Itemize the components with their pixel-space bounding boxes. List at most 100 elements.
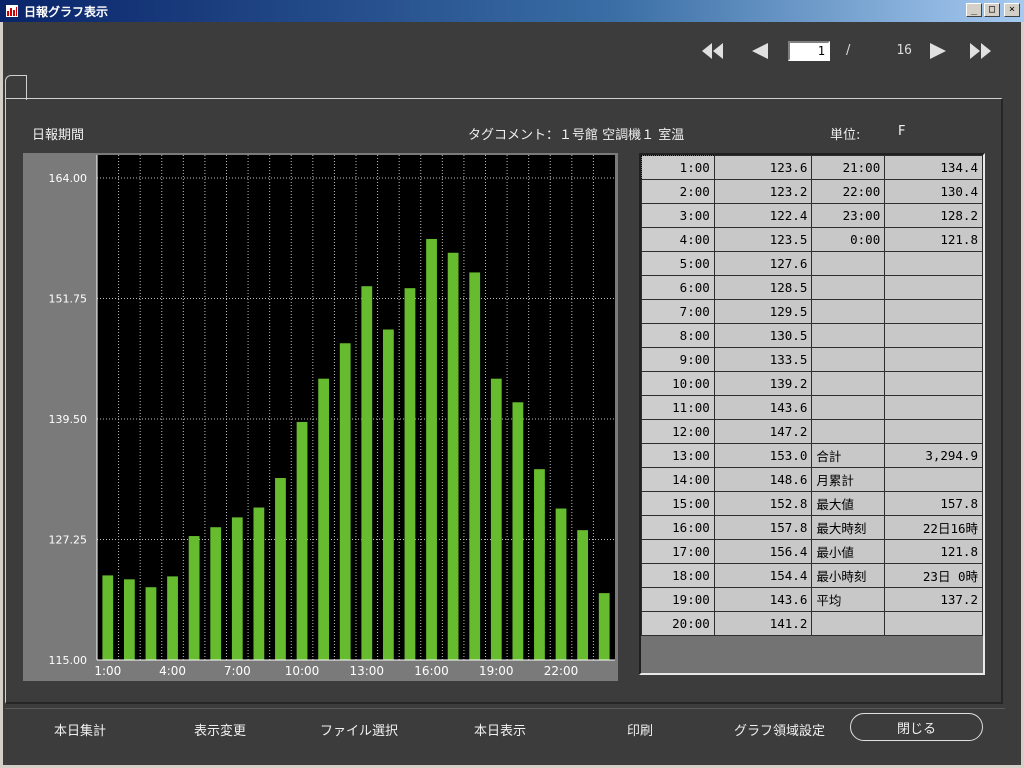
row-value-cell[interactable]: 139.2 bbox=[713, 371, 813, 396]
row-label-cell[interactable] bbox=[811, 323, 886, 348]
row-label-cell[interactable] bbox=[811, 371, 886, 396]
row-time-cell[interactable]: 4:00 bbox=[641, 227, 715, 252]
row-label-cell[interactable]: 22:00 bbox=[811, 179, 886, 204]
row-time-cell[interactable]: 16:00 bbox=[641, 515, 715, 540]
row-value-cell[interactable]: 157.8 bbox=[713, 515, 813, 540]
row-time-cell[interactable]: 7:00 bbox=[641, 299, 715, 324]
maximize-button[interactable]: □ bbox=[984, 3, 1000, 17]
row-label-value-cell[interactable]: 121.8 bbox=[884, 227, 983, 252]
row-time-cell[interactable]: 13:00 bbox=[641, 443, 715, 468]
row-label-value-cell[interactable] bbox=[884, 299, 983, 324]
row-time-cell[interactable]: 1:00 bbox=[641, 155, 715, 180]
row-label-cell[interactable]: 23:00 bbox=[811, 203, 886, 228]
row-label-value-cell[interactable]: 23日 0時 bbox=[884, 563, 983, 588]
row-time-cell[interactable]: 12:00 bbox=[641, 419, 715, 444]
row-label-value-cell[interactable] bbox=[884, 419, 983, 444]
row-value-cell[interactable]: 148.6 bbox=[713, 467, 813, 492]
row-label-value-cell[interactable]: 137.2 bbox=[884, 587, 983, 612]
row-label-cell[interactable] bbox=[811, 347, 886, 372]
show-today-button[interactable]: 本日表示 bbox=[474, 720, 526, 739]
page-number-input[interactable] bbox=[788, 41, 830, 61]
row-time-cell[interactable]: 10:00 bbox=[641, 371, 715, 396]
row-value-cell[interactable]: 133.5 bbox=[713, 347, 813, 372]
row-label-cell[interactable]: 最大時刻 bbox=[811, 515, 886, 540]
tab-daily-graph[interactable] bbox=[5, 75, 27, 100]
row-label-value-cell[interactable]: 134.4 bbox=[884, 155, 983, 180]
row-time-cell[interactable]: 15:00 bbox=[641, 491, 715, 516]
row-value-cell[interactable]: 143.6 bbox=[713, 587, 813, 612]
row-label-value-cell[interactable] bbox=[884, 611, 983, 636]
bar-9:00 bbox=[275, 478, 286, 660]
close-button[interactable]: 閉じる bbox=[850, 713, 983, 741]
row-value-cell[interactable]: 127.6 bbox=[713, 251, 813, 276]
table-row: 8:00 130.5 bbox=[641, 323, 983, 348]
row-label-cell[interactable]: 0:00 bbox=[811, 227, 886, 252]
row-value-cell[interactable]: 122.4 bbox=[713, 203, 813, 228]
row-value-cell[interactable]: 152.8 bbox=[713, 491, 813, 516]
row-value-cell[interactable]: 141.2 bbox=[713, 611, 813, 636]
row-value-cell[interactable]: 123.2 bbox=[713, 179, 813, 204]
row-value-cell[interactable]: 130.5 bbox=[713, 323, 813, 348]
row-time-cell[interactable]: 3:00 bbox=[641, 203, 715, 228]
row-label-value-cell[interactable]: 22日16時 bbox=[884, 515, 983, 540]
print-button[interactable]: 印刷 bbox=[627, 720, 653, 739]
row-value-cell[interactable]: 123.5 bbox=[713, 227, 813, 252]
row-label-value-cell[interactable]: 3,294.9 bbox=[884, 443, 983, 468]
row-label-cell[interactable]: 合計 bbox=[811, 443, 886, 468]
row-time-cell[interactable]: 9:00 bbox=[641, 347, 715, 372]
row-time-cell[interactable]: 8:00 bbox=[641, 323, 715, 348]
row-label-value-cell[interactable] bbox=[884, 323, 983, 348]
row-label-cell[interactable]: 最小時刻 bbox=[811, 563, 886, 588]
row-value-cell[interactable]: 156.4 bbox=[713, 539, 813, 564]
row-time-cell[interactable]: 5:00 bbox=[641, 251, 715, 276]
row-label-cell[interactable]: 月累計 bbox=[811, 467, 886, 492]
change-view-button[interactable]: 表示変更 bbox=[194, 720, 246, 739]
row-label-cell[interactable] bbox=[811, 611, 886, 636]
row-time-cell[interactable]: 19:00 bbox=[641, 587, 715, 612]
row-value-cell[interactable]: 129.5 bbox=[713, 299, 813, 324]
select-file-button[interactable]: ファイル選択 bbox=[320, 720, 398, 739]
row-label-value-cell[interactable] bbox=[884, 251, 983, 276]
row-value-cell[interactable]: 123.6 bbox=[713, 155, 813, 180]
first-page-icon[interactable] bbox=[700, 38, 726, 64]
row-label-value-cell[interactable]: 128.2 bbox=[884, 203, 983, 228]
row-label-cell[interactable]: 21:00 bbox=[811, 155, 886, 180]
row-label-value-cell[interactable] bbox=[884, 395, 983, 420]
row-value-cell[interactable]: 128.5 bbox=[713, 275, 813, 300]
row-value-cell[interactable]: 143.6 bbox=[713, 395, 813, 420]
last-page-icon[interactable] bbox=[967, 38, 993, 64]
row-time-cell[interactable]: 17:00 bbox=[641, 539, 715, 564]
row-label-value-cell[interactable] bbox=[884, 347, 983, 372]
row-label-value-cell[interactable] bbox=[884, 275, 983, 300]
table-row: 4:00 123.5 0:00 121.8 bbox=[641, 227, 983, 252]
row-label-cell[interactable] bbox=[811, 275, 886, 300]
daily-total-button[interactable]: 本日集計 bbox=[54, 720, 106, 739]
row-label-value-cell[interactable] bbox=[884, 371, 983, 396]
row-label-cell[interactable]: 最小値 bbox=[811, 539, 886, 564]
next-page-icon[interactable] bbox=[928, 38, 948, 64]
row-time-cell[interactable]: 20:00 bbox=[641, 611, 715, 636]
close-window-button[interactable]: × bbox=[1004, 3, 1020, 17]
row-label-cell[interactable] bbox=[811, 299, 886, 324]
prev-page-icon[interactable] bbox=[750, 38, 770, 64]
row-time-cell[interactable]: 2:00 bbox=[641, 179, 715, 204]
row-time-cell[interactable]: 11:00 bbox=[641, 395, 715, 420]
row-label-cell[interactable] bbox=[811, 395, 886, 420]
minimize-button[interactable]: _ bbox=[966, 3, 982, 17]
graph-range-button[interactable]: グラフ領域設定 bbox=[734, 720, 825, 739]
row-label-value-cell[interactable]: 121.8 bbox=[884, 539, 983, 564]
row-label-value-cell[interactable] bbox=[884, 467, 983, 492]
row-label-cell[interactable] bbox=[811, 251, 886, 276]
row-value-cell[interactable]: 147.2 bbox=[713, 419, 813, 444]
row-label-cell[interactable]: 最大値 bbox=[811, 491, 886, 516]
row-label-value-cell[interactable]: 130.4 bbox=[884, 179, 983, 204]
x-tick-label: 10:00 bbox=[285, 664, 320, 678]
row-label-cell[interactable] bbox=[811, 419, 886, 444]
row-time-cell[interactable]: 6:00 bbox=[641, 275, 715, 300]
row-time-cell[interactable]: 14:00 bbox=[641, 467, 715, 492]
row-label-value-cell[interactable]: 157.8 bbox=[884, 491, 983, 516]
row-time-cell[interactable]: 18:00 bbox=[641, 563, 715, 588]
row-value-cell[interactable]: 154.4 bbox=[713, 563, 813, 588]
row-label-cell[interactable]: 平均 bbox=[811, 587, 886, 612]
row-value-cell[interactable]: 153.0 bbox=[713, 443, 813, 468]
